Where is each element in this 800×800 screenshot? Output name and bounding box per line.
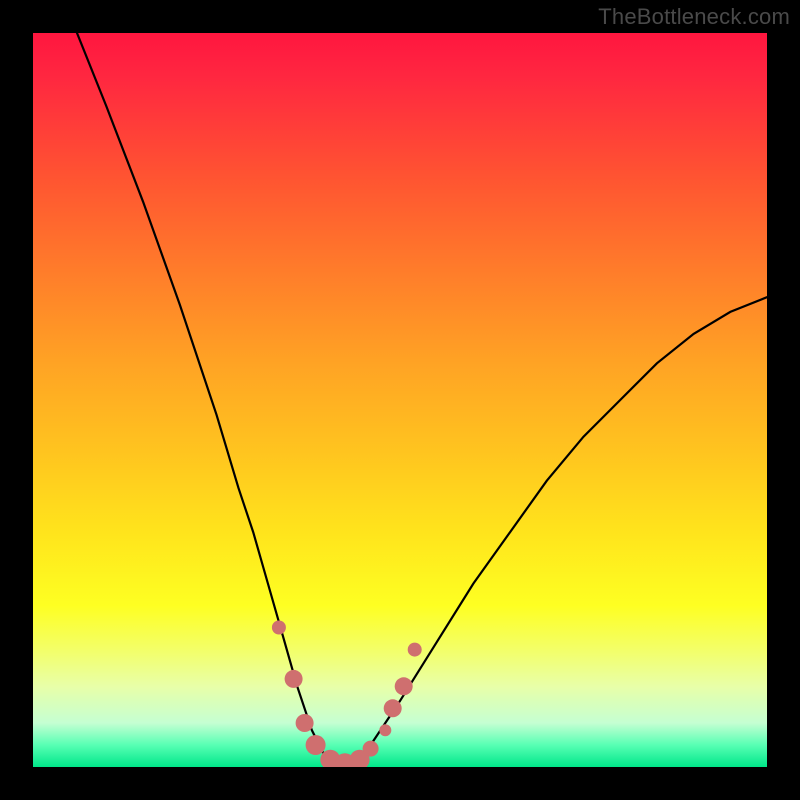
marker-point — [296, 714, 314, 732]
bottleneck-curve — [77, 33, 767, 763]
curve-layer — [33, 33, 767, 767]
marker-point — [363, 741, 379, 757]
marker-point — [408, 643, 422, 657]
marker-point — [285, 670, 303, 688]
marker-point — [384, 699, 402, 717]
watermark-text: TheBottleneck.com — [598, 4, 790, 30]
marker-point — [379, 724, 391, 736]
marker-point — [306, 735, 326, 755]
marker-group — [272, 621, 422, 768]
marker-point — [395, 677, 413, 695]
marker-point — [272, 621, 286, 635]
plot-area — [33, 33, 767, 767]
chart-frame: TheBottleneck.com — [0, 0, 800, 800]
